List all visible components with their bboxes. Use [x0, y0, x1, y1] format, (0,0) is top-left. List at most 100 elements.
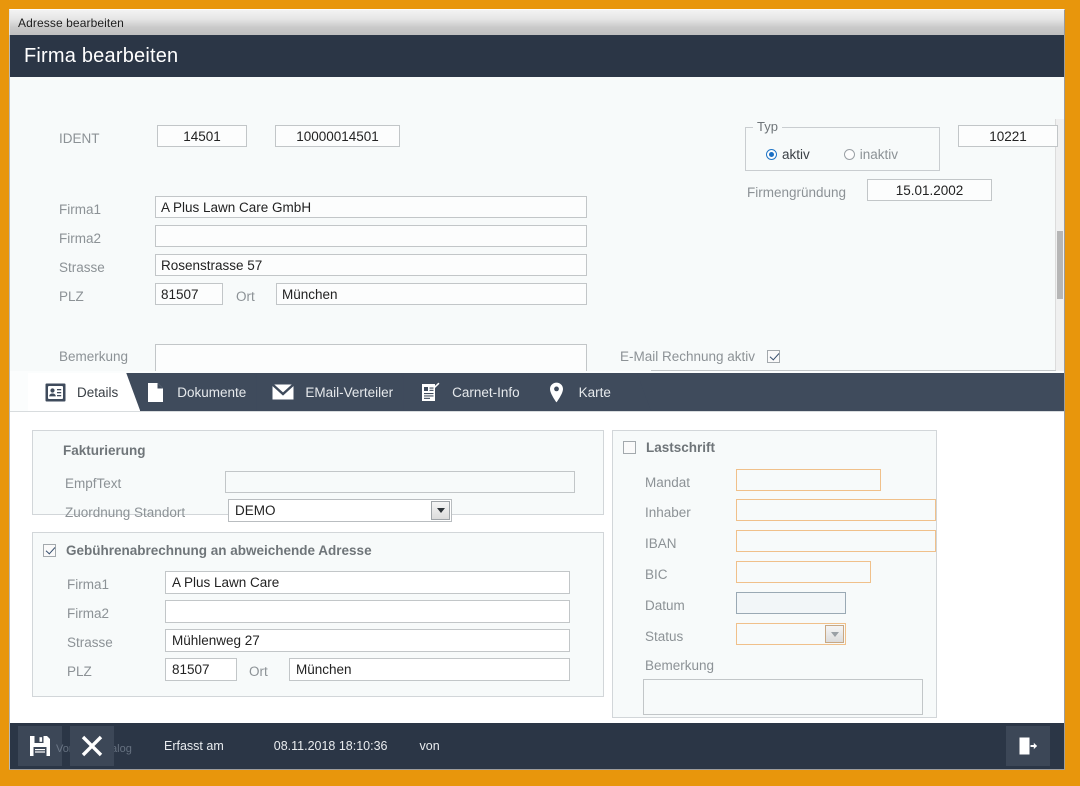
typ-legend: Typ [753, 119, 782, 134]
label-geb-firma2: Firma2 [67, 606, 110, 621]
form-pen-icon [419, 381, 441, 403]
empftext-field[interactable] [225, 471, 575, 493]
strasse-field[interactable]: Rosenstrasse 57 [155, 254, 587, 276]
zuordnung-standort-value: DEMO [235, 503, 276, 518]
label-status: Status [645, 629, 684, 644]
label-plz: PLZ [59, 289, 84, 304]
geb-strasse-field[interactable]: Mühlenweg 27 [165, 629, 570, 652]
label-iban: IBAN [645, 536, 677, 551]
zuordnung-standort-combobox[interactable]: DEMO [228, 499, 452, 522]
label-bemerkung: Bemerkung [59, 349, 129, 364]
tab-dokumente-label: Dokumente [177, 384, 247, 400]
label-ident: IDENT [59, 131, 100, 146]
mandat-field[interactable] [736, 469, 881, 491]
label-bic: BIC [645, 567, 668, 582]
dialog-window: Firma bearbeiten IDENT 14501 10000014501… [9, 35, 1065, 770]
contact-card-icon [44, 381, 66, 403]
radio-inaktiv-label: inaktiv [859, 147, 899, 162]
firma2-field[interactable] [155, 225, 587, 247]
radio-aktiv-dot[interactable] [766, 149, 777, 160]
lastschrift-checkbox-row[interactable]: Lastschrift [623, 440, 715, 455]
tab-carnet-info[interactable]: Carnet-Info [403, 373, 542, 411]
label-zuordnung-standort: Zuordnung Standort [65, 505, 186, 520]
label-inhaber: Inhaber [645, 505, 691, 520]
cancel-button[interactable] [70, 726, 114, 766]
iban-field[interactable] [736, 530, 936, 552]
radio-inaktiv-dot[interactable] [843, 149, 855, 160]
status-combobox[interactable] [736, 623, 846, 645]
geb-plz-field[interactable]: 81507 [165, 658, 237, 681]
label-empftext: EmpfText [65, 476, 122, 491]
ls-bemerkung-textarea[interactable] [643, 679, 923, 715]
label-ort: Ort [236, 289, 255, 304]
tab-bar: Details Dokumente EMail-Verteiler Carnet… [10, 371, 1064, 411]
tab-karte-label: Karte [578, 384, 611, 400]
dialog-header: Firma bearbeiten [10, 35, 1064, 77]
tab-details[interactable]: Details [28, 373, 140, 411]
tab-karte[interactable]: Karte [530, 373, 651, 411]
geb-ort-field[interactable]: München [289, 658, 570, 681]
label-geb-plz: PLZ [67, 664, 92, 679]
email-rechnung-row: E-Mail Rechnung aktiv [620, 349, 781, 364]
lastschrift-title: Lastschrift [646, 440, 716, 455]
window-titlebar[interactable]: Adresse bearbeiten [9, 9, 1065, 35]
ort-field[interactable]: München [276, 283, 587, 305]
gebuehrenabrechnung-checkbox[interactable] [43, 544, 56, 557]
close-x-icon [81, 735, 103, 757]
tab-carnet-info-label: Carnet-Info [452, 384, 520, 400]
label-geb-strasse: Strasse [67, 635, 113, 650]
exit-door-icon [1019, 737, 1037, 755]
floppy-save-icon [30, 736, 50, 756]
email-rechnung-checkbox[interactable] [767, 350, 781, 363]
tab-details-label: Details [77, 384, 119, 400]
tab-dokumente[interactable]: Dokumente [128, 373, 268, 411]
dialog-footer: Vorlage katalog Erfasst am 08.11.2018 18… [10, 723, 1064, 769]
inhaber-field[interactable] [736, 499, 936, 521]
window-title-text: Adresse bearbeiten [18, 15, 124, 30]
geb-firma2-field[interactable] [165, 600, 570, 623]
vertical-scrollbar[interactable] [1055, 119, 1064, 413]
document-icon [144, 381, 166, 403]
typ-groupbox: Typ aktiv inaktiv [745, 119, 940, 171]
fakturierung-title: Fakturierung [63, 443, 146, 458]
chevron-down-icon[interactable] [431, 501, 450, 520]
label-email-rechnung-aktiv: E-Mail Rechnung aktiv [620, 349, 756, 364]
von-label: von [419, 739, 440, 753]
label-mandat: Mandat [645, 475, 691, 490]
firmengruendung-field[interactable]: 15.01.2002 [867, 179, 992, 201]
plz-field[interactable]: 81507 [155, 283, 223, 305]
label-firmengruendung: Firmengründung [747, 185, 847, 200]
save-button[interactable] [18, 726, 62, 766]
geb-firma1-field[interactable]: A Plus Lawn Care [165, 571, 570, 594]
scrollbar-thumb[interactable] [1057, 231, 1063, 299]
typ-code-field[interactable]: 10221 [958, 125, 1058, 147]
radio-aktiv[interactable]: aktiv [766, 147, 810, 162]
details-tab-content: Fakturierung EmpfText Zuordnung Standort… [10, 411, 1064, 749]
label-geb-firma1: Firma1 [67, 577, 110, 592]
label-geb-ort: Ort [249, 664, 268, 679]
gebuehrenabrechnung-panel: Gebührenabrechnung an abweichende Adress… [32, 532, 604, 697]
label-ls-bemerkung: Bemerkung [645, 658, 715, 673]
erfasst-am-value: 08.11.2018 18:10:36 [273, 739, 388, 753]
page-title: Firma bearbeiten [24, 44, 179, 67]
fakturierung-panel: Fakturierung EmpfText Zuordnung Standort… [32, 430, 604, 522]
bic-field[interactable] [736, 561, 871, 583]
label-firma1: Firma1 [59, 202, 102, 217]
lastschrift-checkbox[interactable] [623, 441, 636, 454]
map-pin-icon [546, 381, 568, 403]
label-datum: Datum [645, 598, 685, 613]
exit-button[interactable] [1006, 726, 1050, 766]
gebuehrenabrechnung-checkbox-row[interactable]: Gebührenabrechnung an abweichende Adress… [43, 543, 411, 558]
app-root: Adresse bearbeiten Firma bearbeiten IDEN… [0, 0, 1080, 786]
tab-email-verteiler[interactable]: EMail-Verteiler [256, 373, 415, 411]
ident-secondary-field[interactable]: 10000014501 [275, 125, 400, 147]
ident-primary-field[interactable]: 14501 [157, 125, 247, 147]
datum-field[interactable] [736, 592, 846, 614]
firma1-field[interactable]: A Plus Lawn Care GmbH [155, 196, 587, 218]
gebuehrenabrechnung-label: Gebührenabrechnung an abweichende Adress… [66, 543, 372, 558]
envelope-icon [272, 381, 294, 403]
status-chevron-down-icon[interactable] [825, 625, 844, 643]
radio-inaktiv[interactable]: inaktiv [843, 147, 899, 162]
upper-form-area: IDENT 14501 10000014501 Firma1 A Plus La… [10, 77, 1064, 413]
label-strasse: Strasse [59, 260, 105, 275]
